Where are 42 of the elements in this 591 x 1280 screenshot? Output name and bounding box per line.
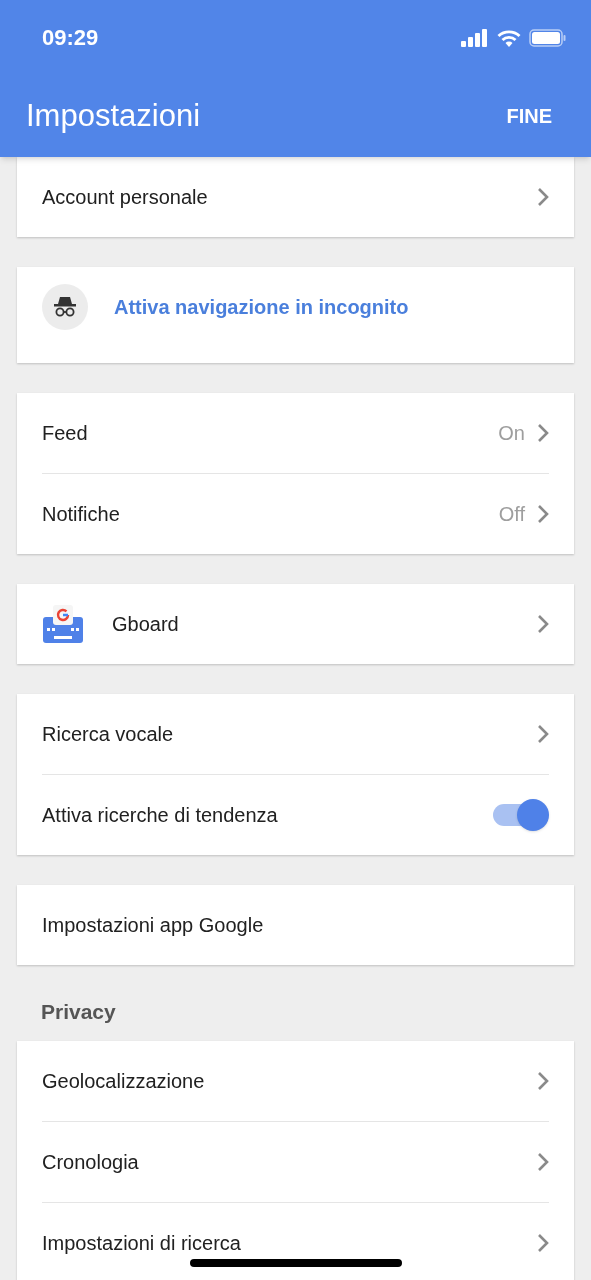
- battery-icon: [529, 28, 567, 47]
- settings-row[interactable]: Feed On: [17, 393, 574, 473]
- page-title: Impostazioni: [26, 96, 201, 135]
- toggle-switch[interactable]: [491, 798, 549, 832]
- settings-row[interactable]: Ricerca vocale: [17, 694, 574, 774]
- incognito-icon: [42, 284, 88, 330]
- setting-label: Ricerca vocale: [42, 722, 175, 747]
- chevron-right-icon: [537, 1152, 549, 1172]
- setting-label: Impostazioni app Google: [42, 913, 265, 938]
- chevron-right-icon: [537, 423, 549, 443]
- settings-row[interactable]: Account personale: [17, 157, 574, 237]
- chevron-right-icon: [537, 1233, 549, 1253]
- chevron-right-icon: [537, 1071, 549, 1091]
- status-time: 09:29: [42, 24, 99, 52]
- chevron-right-icon: [537, 504, 549, 524]
- chevron-right-icon: [537, 614, 549, 634]
- signal-icon: [461, 28, 489, 47]
- setting-label: Gboard: [112, 612, 180, 637]
- setting-label: Impostazioni di ricerca: [42, 1231, 242, 1256]
- setting-label: Feed: [42, 421, 89, 446]
- settings-row[interactable]: Impostazioni app Google: [17, 885, 574, 965]
- setting-label: Cronologia: [42, 1150, 140, 1175]
- settings-row[interactable]: Cronologia: [42, 1122, 549, 1202]
- setting-label: Account personale: [42, 185, 209, 210]
- setting-label: Notifiche: [42, 502, 121, 527]
- settings-row[interactable]: Attiva navigazione in incognito: [17, 267, 574, 347]
- section-heading: Privacy: [41, 998, 116, 1025]
- setting-label: Attiva navigazione in incognito: [114, 295, 410, 320]
- done-button[interactable]: FINE: [506, 101, 552, 131]
- settings-row[interactable]: Attiva ricerche di tendenza: [42, 775, 549, 855]
- chevron-right-icon: [537, 187, 549, 207]
- setting-label: Geolocalizzazione: [42, 1069, 206, 1094]
- setting-value: Off: [498, 502, 525, 527]
- chevron-right-icon: [537, 724, 549, 744]
- setting-label: Attiva ricerche di tendenza: [42, 803, 279, 828]
- settings-row[interactable]: Gboard: [17, 584, 574, 664]
- settings-row[interactable]: Geolocalizzazione: [17, 1041, 574, 1121]
- wifi-icon: [497, 28, 521, 47]
- setting-value: On: [498, 421, 525, 446]
- settings-row[interactable]: Impostazioni di ricerca: [42, 1203, 549, 1280]
- keyboard-app-icon: [42, 603, 84, 645]
- settings-row[interactable]: Notifiche Off: [42, 474, 549, 554]
